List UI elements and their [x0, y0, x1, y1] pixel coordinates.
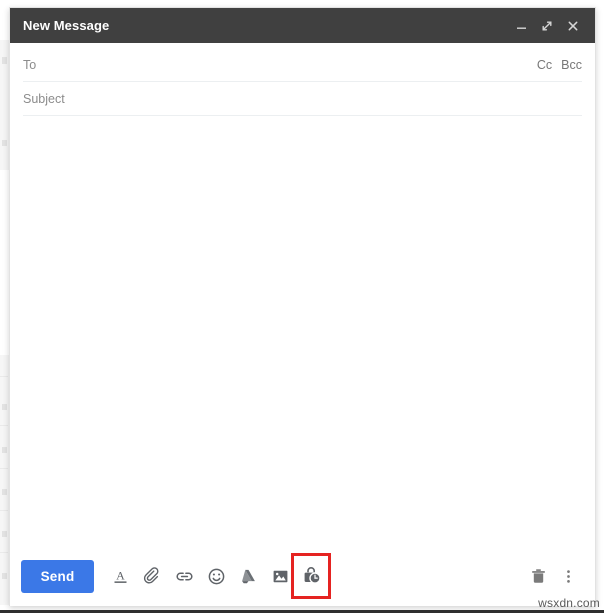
- background-text-fragment: [2, 447, 7, 453]
- background-divider: [0, 468, 8, 469]
- paperclip-icon: [143, 566, 158, 584]
- background-text-fragment: [2, 140, 7, 146]
- to-field-row[interactable]: Cc Bcc: [23, 48, 582, 82]
- attach-files-button[interactable]: [136, 560, 168, 592]
- close-icon: [568, 21, 578, 30]
- background-text-fragment: [2, 531, 7, 537]
- compose-footer: Send A: [10, 546, 595, 606]
- format-text-icon: A: [114, 568, 126, 583]
- insert-link-button[interactable]: [168, 560, 200, 592]
- format-text-button[interactable]: A: [104, 560, 136, 592]
- more-options-button[interactable]: [553, 560, 583, 592]
- cc-bcc-group: Cc Bcc: [527, 58, 582, 72]
- subject-field-row[interactable]: [23, 82, 582, 116]
- emoji-icon: [208, 568, 224, 584]
- background-text-fragment: [2, 573, 7, 579]
- image-icon: [273, 570, 287, 582]
- background-text-fragment: [2, 57, 7, 64]
- trash-icon: [531, 568, 545, 583]
- compose-window: New Message To Cc Bcc Subject Send A: [9, 7, 596, 606]
- minimize-icon: [516, 27, 526, 29]
- background-divider: [0, 552, 8, 553]
- compose-title: New Message: [23, 18, 110, 33]
- insert-emoji-button[interactable]: [200, 560, 232, 592]
- background-divider: [0, 510, 8, 511]
- insert-photo-button[interactable]: [264, 560, 296, 592]
- expand-icon: [542, 21, 552, 31]
- cc-link[interactable]: Cc: [537, 58, 552, 72]
- link-icon: [176, 572, 192, 580]
- google-drive-icon: [241, 569, 255, 583]
- background-divider: [0, 376, 8, 377]
- watermark: wsxdn.com: [538, 596, 600, 610]
- formatting-toolbar: A: [104, 553, 331, 599]
- to-input[interactable]: [23, 57, 527, 72]
- confidential-mode-button[interactable]: [291, 553, 331, 599]
- message-body-input[interactable]: [23, 116, 582, 546]
- more-options-icon: [566, 569, 570, 583]
- compose-header: New Message: [10, 8, 595, 43]
- background-text-fragment: [2, 489, 7, 495]
- background-divider: [0, 425, 8, 426]
- insert-drive-file-button[interactable]: [232, 560, 264, 592]
- background-text-fragment: [2, 404, 7, 410]
- discard-draft-button[interactable]: [523, 560, 553, 592]
- subject-input[interactable]: [23, 91, 582, 106]
- footer-actions: [523, 560, 583, 592]
- bcc-link[interactable]: Bcc: [561, 58, 582, 72]
- close-button[interactable]: [560, 13, 586, 39]
- lock-clock-icon: [304, 567, 321, 584]
- minimize-button[interactable]: [508, 13, 534, 39]
- send-button[interactable]: Send: [21, 559, 94, 593]
- expand-button[interactable]: [534, 13, 560, 39]
- svg-text:A: A: [116, 568, 125, 582]
